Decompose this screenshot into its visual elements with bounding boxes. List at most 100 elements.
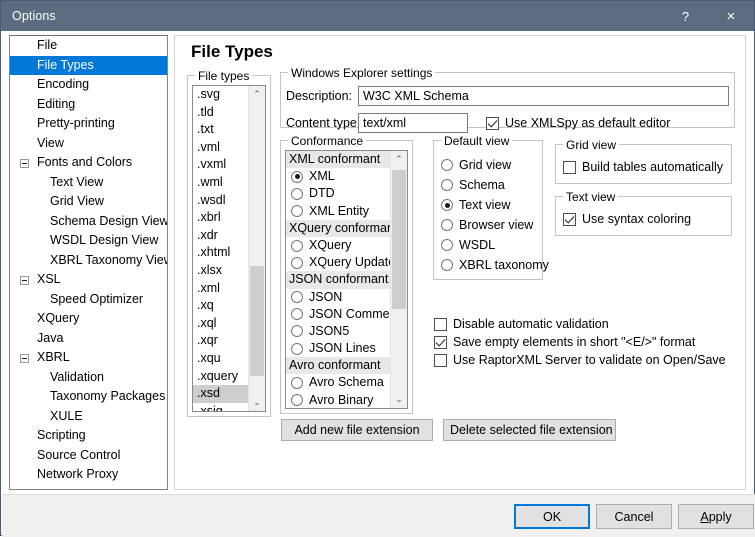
default-view-option[interactable]: Grid view: [441, 155, 541, 175]
conformance-option[interactable]: JSON5: [286, 323, 390, 340]
sidebar-item-wsdl-design-view[interactable]: WSDL Design View: [10, 231, 167, 251]
validation-option[interactable]: Use RaptorXML Server to validate on Open…: [434, 351, 734, 369]
collapse-icon[interactable]: [20, 353, 29, 363]
scroll-down-icon[interactable]: ⌄: [391, 391, 407, 408]
sidebar-item-encoding[interactable]: Encoding: [10, 75, 167, 95]
scrollbar-thumb[interactable]: [250, 266, 264, 376]
file-type-item[interactable]: .xlsx: [193, 262, 248, 280]
file-type-item[interactable]: .xsd: [193, 385, 248, 403]
conformance-option[interactable]: XML Entity: [286, 203, 390, 220]
checkbox-icon[interactable]: [434, 317, 447, 331]
file-types-listbox[interactable]: .svg .tld .txt .vml .vxml .wml .wsdl .xbrl .xdr.…: [192, 85, 266, 412]
conformance-option[interactable]: JSON Comments: [286, 306, 390, 323]
sidebar-item-java[interactable]: Java: [10, 329, 167, 349]
sidebar-item-xbrl[interactable]: XBRL: [10, 348, 167, 368]
conformance-option[interactable]: JSON: [286, 289, 390, 306]
sidebar-item-taxonomy-packages[interactable]: Taxonomy Packages: [10, 387, 167, 407]
file-type-item[interactable]: .xquery: [193, 368, 248, 386]
apply-button[interactable]: Apply: [678, 504, 754, 529]
radio-icon[interactable]: [291, 170, 303, 183]
sidebar-item-fonts-and-colors[interactable]: Fonts and Colors: [10, 153, 167, 173]
ok-button[interactable]: OK: [514, 504, 590, 529]
description-field[interactable]: [358, 86, 729, 106]
file-type-item[interactable]: .wsdl: [193, 192, 248, 210]
file-type-item[interactable]: .xml: [193, 280, 248, 298]
file-type-item[interactable]: .xqr: [193, 332, 248, 350]
conformance-option[interactable]: Avro Schema: [286, 374, 390, 391]
collapse-icon[interactable]: [20, 275, 29, 285]
sidebar-item-scripting[interactable]: Scripting: [10, 426, 167, 446]
file-type-item[interactable]: .vxml: [193, 156, 248, 174]
sidebar-item-xule[interactable]: XULE: [10, 407, 167, 427]
sidebar-item-pretty-printing[interactable]: Pretty-printing: [10, 114, 167, 134]
sidebar-item-file-types[interactable]: File Types: [10, 55, 167, 75]
sidebar-item-xquery[interactable]: XQuery: [10, 309, 167, 329]
conformance-scrollbar[interactable]: ⌃ ⌄: [390, 151, 407, 408]
file-type-item[interactable]: .xhtml: [193, 244, 248, 262]
radio-icon[interactable]: [291, 291, 303, 304]
default-view-option[interactable]: Schema: [441, 175, 541, 195]
default-view-option[interactable]: XBRL taxonomy: [441, 255, 549, 275]
radio-icon[interactable]: [291, 325, 303, 338]
help-icon[interactable]: ?: [663, 1, 708, 31]
radio-icon[interactable]: [441, 259, 453, 271]
radio-icon[interactable]: [441, 179, 453, 191]
sidebar-item-view[interactable]: View: [10, 134, 167, 154]
file-type-item[interactable]: .txt: [193, 121, 248, 139]
sidebar-item-file[interactable]: File: [10, 36, 167, 56]
build-tables-automatically-checkbox[interactable]: Build tables automatically: [563, 160, 723, 174]
file-type-item[interactable]: .vml: [193, 139, 248, 157]
sidebar-item-editing[interactable]: Editing: [10, 95, 167, 115]
sidebar-item-source-control[interactable]: Source Control: [10, 446, 167, 466]
radio-icon[interactable]: [291, 239, 303, 252]
radio-icon[interactable]: [291, 308, 303, 321]
collapse-icon[interactable]: [20, 158, 29, 168]
sidebar-item-schema-design-view[interactable]: Schema Design View: [10, 212, 167, 232]
default-view-option[interactable]: Browser view: [441, 215, 541, 235]
sidebar-item-xbrl-taxonomy-view[interactable]: XBRL Taxonomy View: [10, 251, 167, 271]
sidebar-item-grid-view[interactable]: Grid View: [10, 192, 167, 212]
conformance-option[interactable]: JSON Lines: [286, 340, 390, 357]
validation-option[interactable]: Disable automatic validation: [434, 315, 734, 333]
default-view-option[interactable]: WSDL: [441, 235, 541, 255]
file-type-item[interactable]: .svg: [193, 86, 248, 104]
file-type-item[interactable]: .xql: [193, 315, 248, 333]
default-view-option[interactable]: Text view: [441, 195, 541, 215]
scroll-up-icon[interactable]: ⌃: [391, 151, 407, 168]
validation-options[interactable]: Disable automatic validation Save empty e…: [434, 315, 734, 369]
sidebar-item-xsl[interactable]: XSL: [10, 270, 167, 290]
conformance-listbox[interactable]: XML conformant XML DTD XML Entity XQuery con…: [285, 150, 408, 409]
use-xmlspy-default-editor-checkbox[interactable]: Use XMLSpy as default editor: [486, 116, 670, 130]
use-syntax-coloring-checkbox[interactable]: Use syntax coloring: [563, 212, 691, 226]
checkbox-icon[interactable]: [563, 212, 576, 226]
content-type-field[interactable]: [358, 113, 468, 133]
checkbox-icon[interactable]: [434, 335, 447, 349]
file-type-item[interactable]: .wml: [193, 174, 248, 192]
default-view-options[interactable]: Grid view Schema Text view Browser view WSDL…: [441, 155, 549, 275]
file-types-scrollbar[interactable]: ⌃ ⌄: [248, 86, 265, 411]
sidebar-item-validation[interactable]: Validation: [10, 368, 167, 388]
file-type-item[interactable]: .tld: [193, 104, 248, 122]
radio-icon[interactable]: [291, 256, 303, 269]
file-type-item[interactable]: .xdr: [193, 227, 248, 245]
checkbox-icon[interactable]: [486, 116, 499, 130]
checkbox-icon[interactable]: [434, 353, 447, 367]
conformance-option[interactable]: Avro Binary: [286, 392, 390, 408]
radio-icon[interactable]: [441, 199, 453, 211]
radio-icon[interactable]: [441, 219, 453, 231]
radio-icon[interactable]: [441, 159, 453, 171]
sidebar-item-speed-optimizer[interactable]: Speed Optimizer: [10, 290, 167, 310]
radio-icon[interactable]: [291, 394, 303, 407]
conformance-option[interactable]: XQuery: [286, 237, 390, 254]
cancel-button[interactable]: Cancel: [596, 504, 672, 529]
file-type-item[interactable]: .xsig: [193, 403, 248, 411]
file-type-item[interactable]: .xbrl: [193, 209, 248, 227]
add-new-file-extension-button[interactable]: Add new file extension: [281, 419, 433, 441]
radio-icon[interactable]: [441, 239, 453, 251]
radio-icon[interactable]: [291, 205, 303, 218]
conformance-option[interactable]: XML: [286, 168, 390, 185]
sidebar-item-text-view[interactable]: Text View: [10, 173, 167, 193]
sidebar-item-network-proxy[interactable]: Network Proxy: [10, 465, 167, 485]
radio-icon[interactable]: [291, 342, 303, 355]
conformance-list[interactable]: XML conformant XML DTD XML Entity XQuery con…: [286, 151, 390, 408]
